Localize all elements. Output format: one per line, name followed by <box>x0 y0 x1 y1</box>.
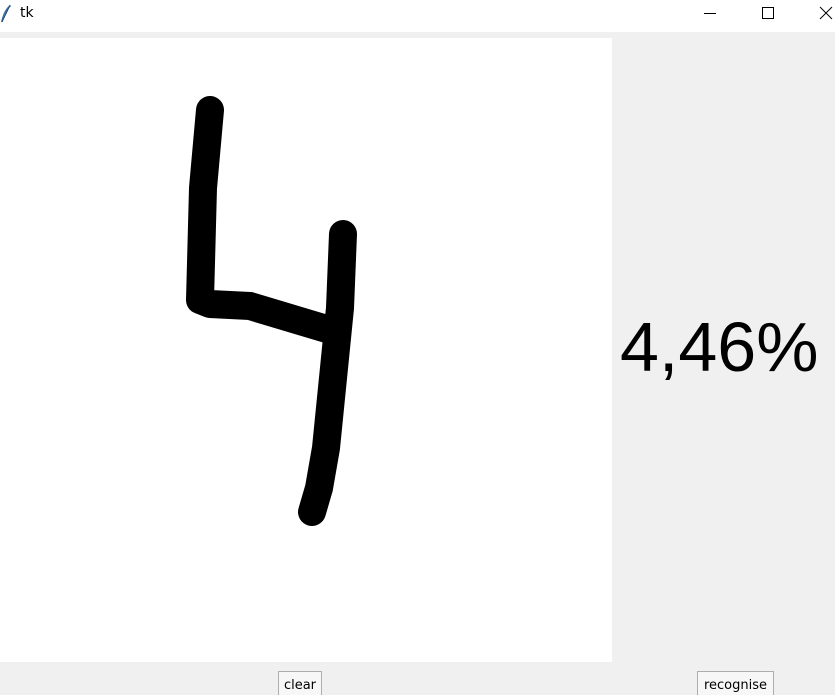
minimize-button[interactable] <box>687 0 733 30</box>
clear-button[interactable]: clear <box>278 671 322 695</box>
title-bar[interactable]: tk <box>0 0 835 32</box>
app-window: tk 4,46% clear recognise <box>0 0 835 695</box>
drawing-canvas[interactable] <box>0 38 612 662</box>
close-button[interactable] <box>803 0 835 30</box>
digit-stroke-vertical <box>298 220 357 526</box>
maximize-button[interactable] <box>745 0 791 30</box>
recognition-result: 4,46% <box>620 308 819 386</box>
digit-stroke <box>186 96 344 344</box>
recognise-button[interactable]: recognise <box>697 671 774 695</box>
feather-icon <box>0 4 12 24</box>
maximize-icon <box>762 7 774 19</box>
close-icon <box>819 6 833 20</box>
window-title: tk <box>20 5 34 21</box>
minimize-icon <box>704 13 716 14</box>
